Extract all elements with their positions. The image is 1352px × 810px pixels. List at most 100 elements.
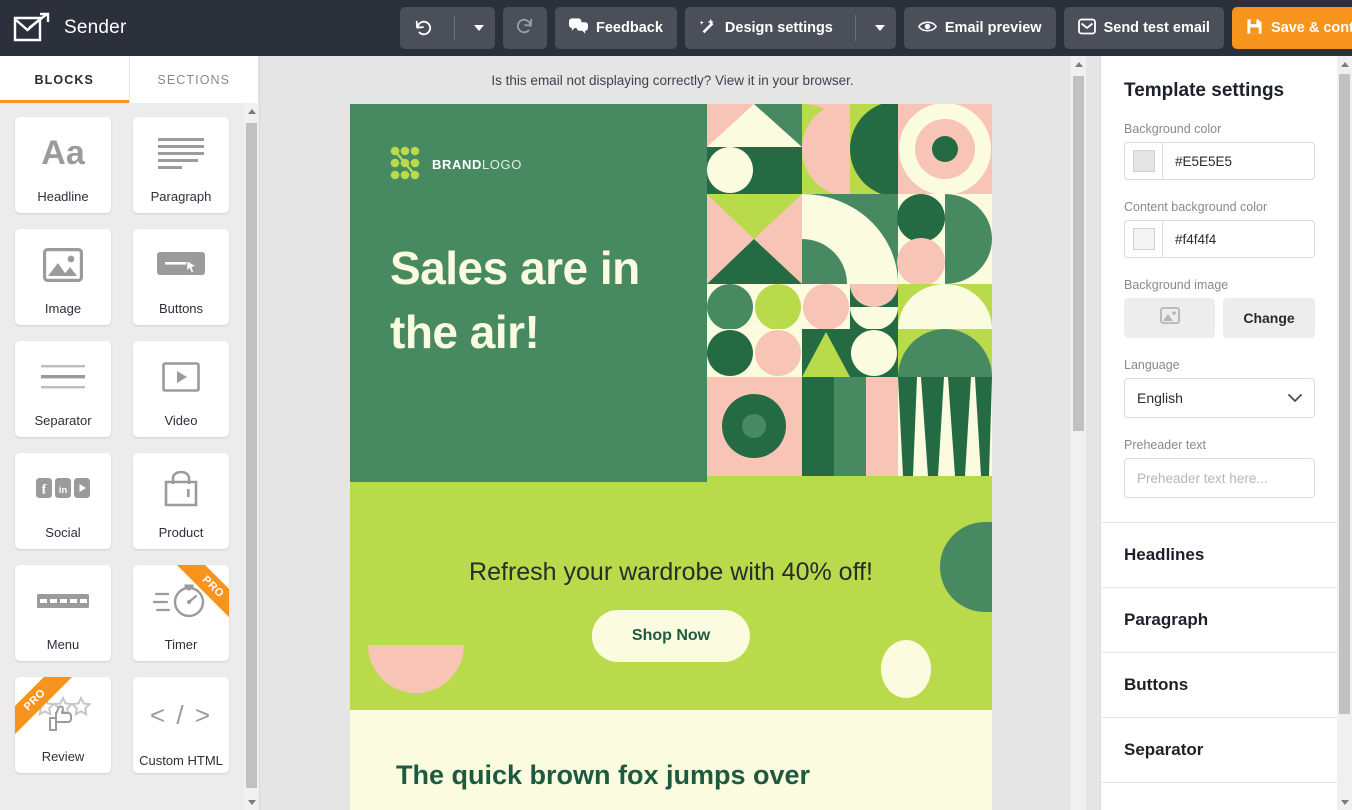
design-settings-button[interactable]: Design settings xyxy=(684,7,896,49)
settings-section-buttons[interactable]: Buttons xyxy=(1101,653,1338,718)
svg-text:in: in xyxy=(59,485,68,496)
shop-now-button[interactable]: Shop Now xyxy=(591,610,751,662)
stars-hand-icon xyxy=(15,677,111,749)
redo-icon xyxy=(516,17,534,39)
settings-section-paragraph[interactable]: Paragraph xyxy=(1101,588,1338,653)
scroll-down-button[interactable] xyxy=(244,794,259,810)
article-heading[interactable]: The quick brown fox jumps over xyxy=(396,756,946,794)
brand-dots-icon xyxy=(390,146,420,182)
feedback-label: Feedback xyxy=(596,20,663,36)
canvas-scrollbar[interactable] xyxy=(1071,56,1086,810)
email-hero-section[interactable]: BRANDLOGO Sales are in the air! xyxy=(350,104,992,482)
background-image-label: Background image xyxy=(1124,278,1229,292)
scroll-down-button[interactable] xyxy=(1337,794,1352,810)
block-product[interactable]: Product xyxy=(133,453,229,549)
background-color-value[interactable]: #E5E5E5 xyxy=(1163,154,1232,169)
content-background-color-swatch[interactable] xyxy=(1125,221,1163,257)
template-settings-form: Background color #E5E5E5 Content backgro… xyxy=(1101,122,1338,498)
undo-dropdown-caret[interactable] xyxy=(463,7,495,49)
right-panel-scrollbar[interactable] xyxy=(1337,56,1352,810)
block-label: Buttons xyxy=(158,301,204,316)
scroll-thumb[interactable] xyxy=(1073,76,1084,431)
language-select[interactable]: English xyxy=(1124,378,1315,418)
undo-divider xyxy=(454,15,455,41)
shopping-bag-icon xyxy=(133,453,229,525)
brand-logo-block[interactable]: BRANDLOGO xyxy=(390,146,707,182)
block-separator[interactable]: Separator xyxy=(15,341,111,437)
undo-button[interactable] xyxy=(400,7,495,49)
email-preview-label: Email preview xyxy=(944,20,1042,36)
sidebar-tabs: BLOCKS SECTIONS xyxy=(0,56,259,103)
settings-content: Template settings Background color #E5E5… xyxy=(1101,56,1338,783)
stopwatch-icon xyxy=(133,565,229,637)
scroll-thumb[interactable] xyxy=(1339,74,1350,714)
block-review[interactable]: PRO Review xyxy=(15,677,111,773)
save-and-continue-button[interactable]: Save & continue xyxy=(1231,7,1352,49)
settings-section-headlines[interactable]: Headlines xyxy=(1101,523,1338,588)
block-social[interactable]: f in Social xyxy=(15,453,111,549)
envelope-arrow-icon xyxy=(12,11,52,45)
block-label: Review xyxy=(41,749,85,764)
design-settings-label: Design settings xyxy=(724,20,833,36)
feedback-button[interactable]: Feedback xyxy=(555,7,677,49)
browser-view-notice-text[interactable]: Is this email not displaying correctly? … xyxy=(491,73,853,88)
social-networks-icon: f in xyxy=(15,453,111,525)
design-settings-dropdown-caret[interactable] xyxy=(864,7,896,49)
brand-logo-text: BRANDLOGO xyxy=(432,157,522,172)
settings-section-separator[interactable]: Separator xyxy=(1101,718,1338,783)
aa-text-icon: Aa xyxy=(41,133,85,172)
scroll-thumb[interactable] xyxy=(246,123,257,788)
block-menu[interactable]: Menu xyxy=(15,565,111,661)
block-paragraph[interactable]: Paragraph xyxy=(133,117,229,213)
email-article-section[interactable]: The quick brown fox jumps over xyxy=(350,710,992,810)
caret-down-icon xyxy=(474,25,484,31)
promo-headline[interactable]: Refresh your wardrobe with 40% off! xyxy=(350,558,992,587)
background-color-field[interactable]: #E5E5E5 xyxy=(1124,142,1315,180)
promo-half-circle-shape xyxy=(368,645,464,693)
caret-down-icon xyxy=(874,25,885,31)
redo-button[interactable] xyxy=(503,7,547,49)
hero-headline-line1: Sales are in xyxy=(390,242,640,294)
triangle-down-icon xyxy=(247,799,256,805)
scroll-up-button[interactable] xyxy=(1071,56,1086,72)
block-label: Product xyxy=(158,525,204,540)
divider-lines-icon xyxy=(15,341,111,413)
hero-geometric-pattern xyxy=(707,104,992,482)
block-label: Headline xyxy=(37,189,89,204)
design-settings-divider xyxy=(854,15,856,41)
scroll-up-button[interactable] xyxy=(244,103,259,119)
left-panel-scrollbar[interactable] xyxy=(244,103,259,810)
content-background-color-label: Content background color xyxy=(1124,200,1268,214)
block-video[interactable]: Video xyxy=(133,341,229,437)
change-background-image-button[interactable]: Change xyxy=(1223,298,1315,338)
send-test-email-button[interactable]: Send test email xyxy=(1063,7,1224,49)
tab-blocks[interactable]: BLOCKS xyxy=(0,56,130,103)
picture-icon xyxy=(15,229,111,301)
email-promo-section[interactable]: Refresh your wardrobe with 40% off! Shop… xyxy=(350,482,992,710)
hero-headline[interactable]: Sales are in the air! xyxy=(390,236,707,364)
menu-dashes-icon xyxy=(15,565,111,637)
preheader-text-input[interactable]: Preheader text here... xyxy=(1124,458,1315,498)
background-color-swatch[interactable] xyxy=(1125,143,1163,179)
block-headline[interactable]: Aa Headline xyxy=(15,117,111,213)
hero-left-column: BRANDLOGO Sales are in the air! xyxy=(350,104,707,482)
blocks-grid: Aa Headline Paragraph Image Buttons Sepa… xyxy=(0,103,259,773)
undo-icon[interactable] xyxy=(400,7,446,49)
brand-logo-light: LOGO xyxy=(481,156,522,172)
tab-sections[interactable]: SECTIONS xyxy=(129,56,259,103)
email-preview-button[interactable]: Email preview xyxy=(903,7,1056,49)
text-lines-icon xyxy=(133,117,229,189)
block-custom-html[interactable]: < / > Custom HTML xyxy=(133,677,229,773)
svg-text:f: f xyxy=(42,483,47,498)
content-background-color-value[interactable]: #f4f4f4 xyxy=(1163,232,1216,247)
background-image-preview[interactable] xyxy=(1124,298,1215,338)
block-label: Timer xyxy=(164,637,198,652)
block-image[interactable]: Image xyxy=(15,229,111,325)
right-settings-panel: Template settings Background color #E5E5… xyxy=(1100,56,1352,810)
block-buttons[interactable]: Buttons xyxy=(133,229,229,325)
brand-logo-bold: BRAND xyxy=(432,156,482,172)
block-label: Paragraph xyxy=(150,189,212,204)
content-background-color-field[interactable]: #f4f4f4 xyxy=(1124,220,1315,258)
scroll-up-button[interactable] xyxy=(1337,56,1352,72)
block-timer[interactable]: PRO Timer xyxy=(133,565,229,661)
